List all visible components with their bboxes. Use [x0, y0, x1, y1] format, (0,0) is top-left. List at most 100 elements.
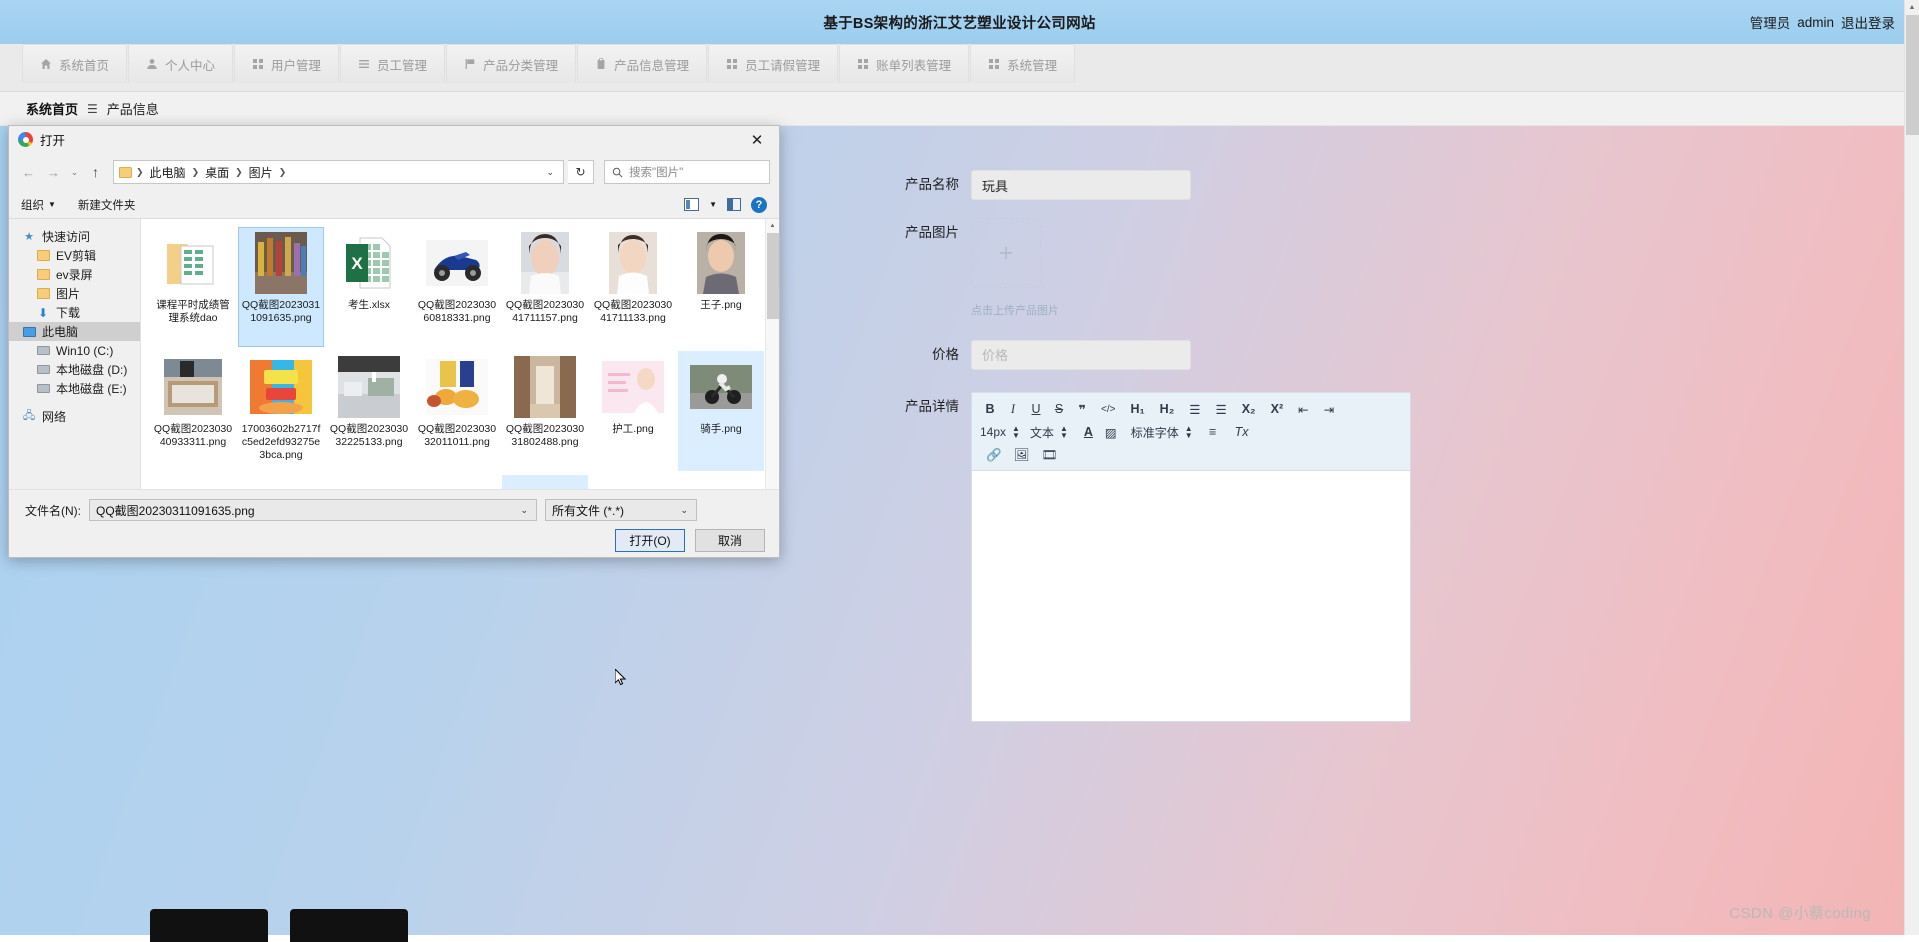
- unordered-list-icon[interactable]: ☰: [1209, 399, 1232, 419]
- file-item[interactable]: X 考生.xlsx: [326, 227, 412, 347]
- price-input[interactable]: [971, 340, 1191, 370]
- clear-format-icon[interactable]: Tx: [1229, 422, 1255, 442]
- scrollbar-thumb[interactable]: [1906, 15, 1919, 135]
- file-item[interactable]: QQ截图202303041711133.png: [590, 227, 676, 347]
- superscript-icon[interactable]: X²: [1265, 399, 1290, 419]
- file-item[interactable]: 骑手.png: [678, 351, 764, 471]
- file-list-scrollbar[interactable]: ▲: [765, 219, 779, 489]
- chevron-down-icon[interactable]: ⌄: [676, 505, 692, 516]
- file-item[interactable]: QQ截图202303032225133.png: [326, 351, 412, 471]
- underline-icon[interactable]: U: [1026, 399, 1046, 419]
- forward-icon[interactable]: →: [43, 161, 64, 183]
- link-icon[interactable]: 🔗: [980, 445, 1008, 465]
- up-icon[interactable]: ↑: [85, 161, 106, 183]
- address-crumb-this-pc[interactable]: 此电脑: [148, 164, 188, 181]
- chevron-down-icon[interactable]: ▼: [709, 200, 717, 209]
- change-view-icon[interactable]: [684, 198, 700, 211]
- font-size-select[interactable]: 14px ▲ ▼: [980, 425, 1020, 440]
- font-color-icon[interactable]: A: [1078, 422, 1099, 442]
- nav-item-employee-leave-management[interactable]: 员工请假管理: [708, 44, 839, 83]
- file-item[interactable]: [326, 475, 412, 489]
- nav-item-product-info-management[interactable]: 产品信息管理: [577, 44, 708, 83]
- scroll-up-arrow-icon[interactable]: ▲: [766, 219, 779, 233]
- file-item[interactable]: 17003602b2717fc5ed2efd93275e3bca.png: [238, 351, 324, 471]
- ordered-list-icon[interactable]: ☰: [1183, 399, 1206, 419]
- file-item[interactable]: QQ截图202303060818331.png: [414, 227, 500, 347]
- address-dropdown-icon[interactable]: ⌄: [539, 167, 561, 178]
- nav-item-personal-center[interactable]: 个人中心: [128, 44, 234, 83]
- file-item[interactable]: 护工.png: [590, 351, 676, 471]
- search-box[interactable]: 搜索"图片": [604, 160, 770, 184]
- file-item[interactable]: [238, 475, 324, 489]
- breadcrumb-home[interactable]: 系统首页: [26, 99, 78, 118]
- bold-icon[interactable]: B: [980, 399, 1000, 419]
- product-name-input[interactable]: [971, 170, 1191, 200]
- code-icon[interactable]: </>: [1095, 399, 1121, 419]
- nav-item-system-management[interactable]: 系统管理: [970, 44, 1076, 83]
- reset-button[interactable]: [290, 909, 408, 942]
- file-item[interactable]: [150, 475, 236, 489]
- quote-icon[interactable]: ❞: [1072, 399, 1092, 419]
- file-item[interactable]: QQ截图202303040933311.png: [150, 351, 236, 471]
- align-icon[interactable]: ≡: [1203, 422, 1223, 442]
- upload-image-button[interactable]: +: [971, 218, 1041, 288]
- recent-locations-icon[interactable]: ⌄: [68, 161, 81, 183]
- file-item[interactable]: QQ截图20230311091635.png: [238, 227, 324, 347]
- indent-icon[interactable]: ⇥: [1318, 399, 1340, 419]
- nav-item-employee-management[interactable]: 员工管理: [340, 44, 446, 83]
- help-icon[interactable]: ?: [751, 196, 767, 213]
- close-icon[interactable]: ✕: [735, 126, 779, 153]
- preview-pane-icon[interactable]: [727, 198, 741, 211]
- page-scrollbar[interactable]: ▲: [1904, 0, 1919, 935]
- nav-item-home[interactable]: 系统首页: [22, 44, 128, 83]
- heading1-icon[interactable]: H₁: [1124, 399, 1150, 419]
- sidebar-item-win10-c[interactable]: Win10 (C:): [9, 341, 140, 360]
- file-item[interactable]: [502, 475, 588, 489]
- cancel-button[interactable]: 取消: [695, 529, 765, 552]
- sidebar-item-ev-record[interactable]: ev录屏: [9, 265, 140, 284]
- open-button[interactable]: 打开(O): [615, 529, 685, 552]
- sidebar-item-local-disk-d[interactable]: 本地磁盘 (D:): [9, 360, 140, 379]
- file-item[interactable]: QQ截图202303031802488.png: [502, 351, 588, 471]
- refresh-icon[interactable]: ↻: [568, 160, 594, 184]
- sidebar-item-this-pc[interactable]: 此电脑: [9, 322, 140, 341]
- back-icon[interactable]: ←: [18, 161, 39, 183]
- address-crumb-pictures[interactable]: 图片: [247, 164, 275, 181]
- file-item[interactable]: QQ截图202303032011011.png: [414, 351, 500, 471]
- outdent-icon[interactable]: ⇤: [1292, 399, 1314, 419]
- image-icon[interactable]: 🖼: [1008, 445, 1036, 465]
- new-folder-button[interactable]: 新建文件夹: [78, 197, 136, 213]
- file-item[interactable]: 课程平时成绩管理系统dao: [150, 227, 236, 347]
- submit-button[interactable]: [150, 909, 268, 942]
- filename-input[interactable]: QQ截图20230311091635.png ⌄: [89, 499, 537, 521]
- video-icon[interactable]: 🎞: [1035, 445, 1063, 465]
- sidebar-item-network[interactable]: 🖧 网络: [9, 407, 140, 426]
- text-style-select[interactable]: 文本 ▲ ▼: [1030, 424, 1068, 441]
- editor-content-area[interactable]: [972, 471, 1410, 721]
- sidebar-item-ev-clip[interactable]: EV剪辑: [9, 246, 140, 265]
- file-item[interactable]: QQ截图202303041711157.png: [502, 227, 588, 347]
- file-item[interactable]: 王子.png: [678, 227, 764, 347]
- italic-icon[interactable]: I: [1003, 399, 1023, 419]
- address-bar[interactable]: ❯ 此电脑 ❯ 桌面 ❯ 图片 ❯ ⌄: [113, 160, 564, 184]
- nav-item-product-category-management[interactable]: 产品分类管理: [446, 44, 577, 83]
- subscript-icon[interactable]: X₂: [1236, 399, 1262, 419]
- sidebar-item-pictures[interactable]: 图片: [9, 284, 140, 303]
- file-list-view[interactable]: 课程平时成绩管理系统dao QQ截图20230311091635.png X 考…: [141, 219, 779, 489]
- chevron-down-icon[interactable]: ⌄: [516, 505, 532, 516]
- nav-item-user-management[interactable]: 用户管理: [234, 44, 340, 83]
- file-scrollbar-thumb[interactable]: [767, 233, 779, 319]
- file-item[interactable]: [414, 475, 500, 489]
- background-color-icon[interactable]: ▨: [1099, 422, 1123, 442]
- font-family-select[interactable]: 标准字体 ▲ ▼: [1131, 424, 1193, 441]
- organize-button[interactable]: 组织 ▼: [21, 197, 56, 213]
- sidebar-item-quick-access[interactable]: ★ 快速访问: [9, 227, 140, 246]
- sidebar-item-downloads[interactable]: ⬇ 下载: [9, 303, 140, 322]
- scroll-up-arrow-icon[interactable]: ▲: [1905, 0, 1919, 15]
- filetype-select[interactable]: 所有文件 (*.*) ⌄: [545, 499, 697, 521]
- nav-item-bill-list-management[interactable]: 账单列表管理: [839, 44, 970, 83]
- logout-link[interactable]: 退出登录: [1841, 12, 1895, 32]
- strikethrough-icon[interactable]: S: [1049, 399, 1069, 419]
- sidebar-item-local-disk-e[interactable]: 本地磁盘 (E:): [9, 379, 140, 398]
- heading2-icon[interactable]: H₂: [1154, 399, 1181, 419]
